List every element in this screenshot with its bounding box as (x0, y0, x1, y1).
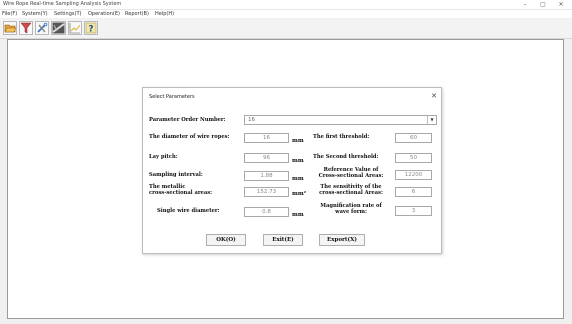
sampling-interval-label: Sampling interval: (149, 172, 203, 178)
sampling-interval-unit: mm (292, 176, 304, 182)
folder-open-icon (4, 24, 16, 33)
reference-area-label: Reference Value of Cross-sectional Areas… (318, 167, 384, 179)
filter-button[interactable] (19, 21, 33, 35)
select-parameters-dialog: Select Parameters ✕ Parameter Order Numb… (142, 87, 442, 254)
help-button[interactable]: ? (84, 21, 98, 35)
menu-settings[interactable]: Settings(T) (54, 11, 81, 17)
second-threshold-label: The Second threshold: (313, 154, 379, 160)
lay-pitch-input[interactable]: 96 (244, 153, 289, 163)
window-close-button[interactable]: ✕ (555, 0, 567, 9)
wave-magnification-input[interactable]: 3 (395, 206, 432, 216)
reference-area-input[interactable]: 12200 (395, 170, 432, 180)
parameter-order-label: Parameter Order Number: (149, 117, 226, 123)
lay-pitch-label: Lay pitch: (149, 154, 178, 160)
minimize-button[interactable]: – (519, 0, 531, 9)
maximize-button[interactable]: ▢ (537, 0, 549, 9)
single-wire-diameter-input[interactable]: 0.8 (244, 207, 289, 217)
dialog-close-button[interactable]: ✕ (431, 92, 437, 100)
rope-diameter-label: The diameter of wire ropes: (149, 134, 230, 140)
chart-button[interactable] (68, 21, 82, 35)
tools-icon (37, 22, 48, 33)
chevron-down-icon: ▼ (427, 116, 436, 124)
rope-diameter-unit: mm (292, 138, 304, 144)
metallic-area-unit: mm² (292, 191, 307, 197)
chart-icon (69, 23, 81, 34)
single-wire-diameter-label: Single wire diameter: (157, 208, 220, 214)
rope-image-icon (52, 22, 65, 34)
first-threshold-input[interactable]: 60 (395, 133, 432, 143)
toolbar: ? (0, 19, 572, 39)
title-bar: Wire Rope Real-time Sampling Analysis Sy… (0, 0, 572, 10)
tools-button[interactable] (35, 21, 49, 35)
menu-operation[interactable]: Operation(E) (88, 11, 120, 17)
area-sensitivity-label: The sensitivity of the cross-sectional A… (319, 184, 383, 196)
sampling-interval-input[interactable]: 1.88 (244, 171, 289, 181)
first-threshold-label: The first threshold: (313, 134, 370, 140)
metallic-area-label: The metallic cross-sectional areas: (149, 184, 213, 196)
export-button[interactable]: Export(X) (319, 234, 365, 246)
ok-button[interactable]: OK(O) (206, 234, 246, 246)
window-title: Wire Rope Real-time Sampling Analysis Sy… (3, 1, 122, 7)
funnel-icon (20, 22, 32, 34)
menu-report[interactable]: Report(B) (125, 11, 149, 17)
menu-file[interactable]: File(F) (2, 11, 17, 17)
rope-diameter-input[interactable]: 16 (244, 133, 289, 143)
menu-bar: File(F) System(Y) Settings(T) Operation(… (0, 10, 572, 18)
exit-button[interactable]: Exit(E) (263, 234, 303, 246)
second-threshold-input[interactable]: 50 (395, 153, 432, 163)
dialog-title: Select Parameters (149, 94, 195, 100)
parameter-order-value: 16 (248, 117, 255, 123)
open-button[interactable] (3, 21, 17, 35)
menu-system[interactable]: System(Y) (22, 11, 48, 17)
metallic-area-input[interactable]: 152.73 (244, 187, 289, 197)
lay-pitch-unit: mm (292, 158, 304, 164)
parameter-order-select[interactable]: 16 ▼ (244, 115, 437, 125)
rope-image-button[interactable] (51, 21, 66, 35)
wave-magnification-label: Magnification rate of wave form: (320, 203, 382, 215)
svg-text:?: ? (88, 25, 93, 35)
help-icon: ? (85, 22, 97, 34)
single-wire-diameter-unit: mm (292, 212, 304, 218)
menu-help[interactable]: Help(H) (155, 11, 174, 17)
area-sensitivity-input[interactable]: 6 (395, 187, 432, 197)
